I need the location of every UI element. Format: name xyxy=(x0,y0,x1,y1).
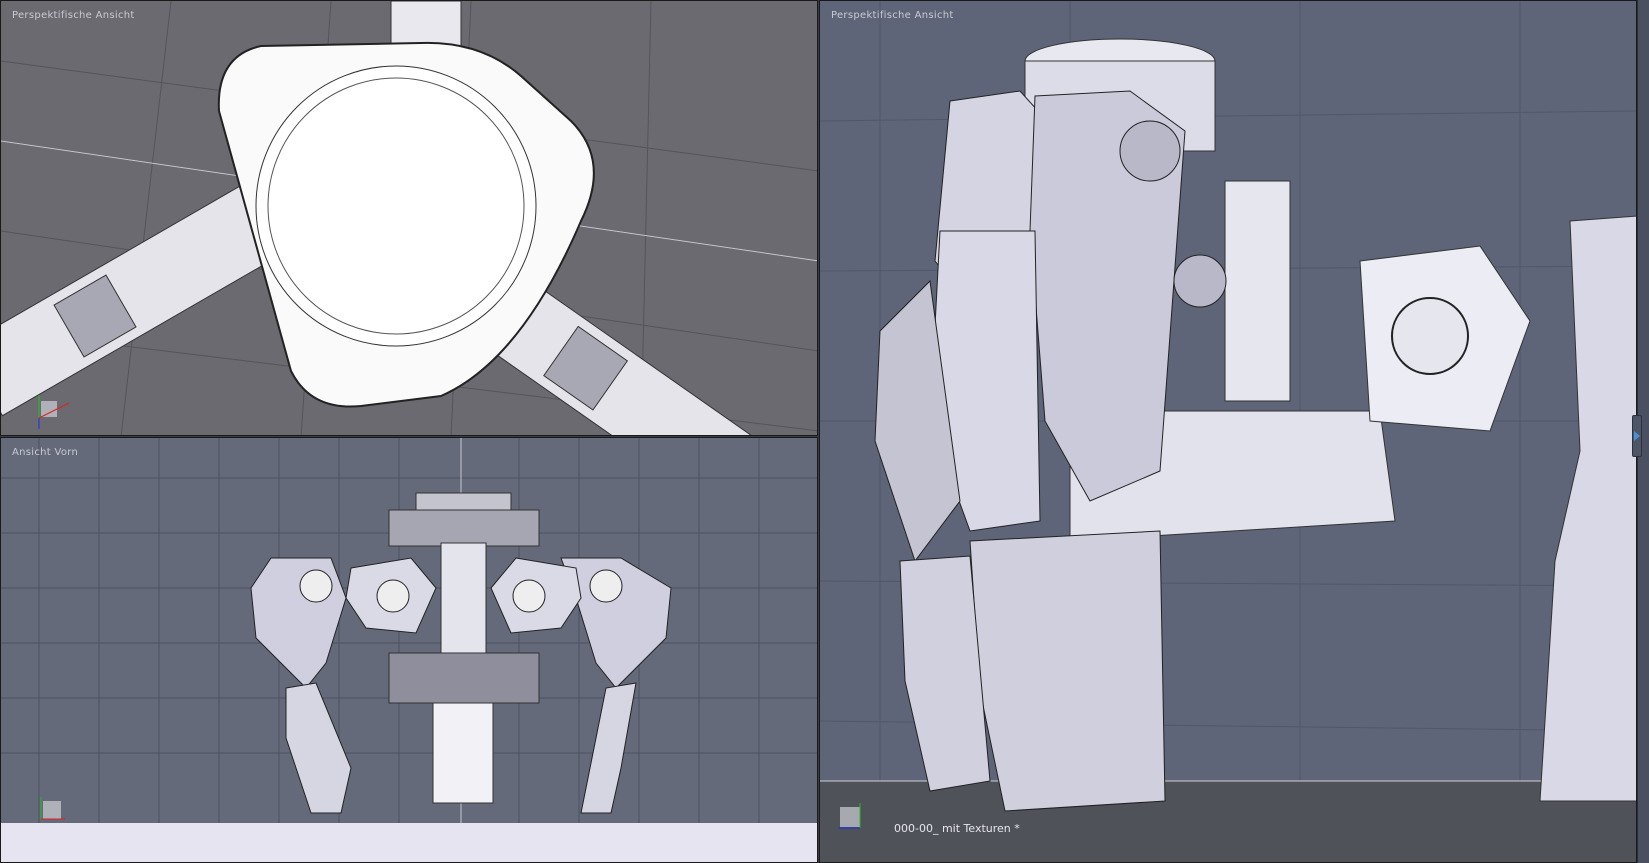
viewport-label: Perspektifische Ansicht xyxy=(12,10,135,21)
scene-name-label: 000-00_ mit Texturen * xyxy=(894,822,1020,835)
axis-gizmo-icon xyxy=(838,803,861,829)
main-perspective-scene xyxy=(820,1,1636,862)
viewport-label: Ansicht Vorn xyxy=(12,447,79,458)
front-view-scene xyxy=(1,438,817,862)
panel-collapse-button[interactable] xyxy=(1632,415,1642,457)
viewport-main-perspective[interactable]: Perspektifische Ansicht 000-00_ mit Text… xyxy=(819,0,1637,863)
viewport-label: Perspektifische Ansicht xyxy=(831,10,954,21)
arrow-right-icon xyxy=(1634,431,1640,441)
viewport-top-perspective[interactable]: Perspektifische Ansicht xyxy=(0,0,818,436)
axis-gizmo-icon xyxy=(40,797,65,820)
viewport-front-view[interactable]: Ansicht Vorn xyxy=(0,437,818,863)
axis-gizmo-icon xyxy=(38,395,70,429)
top-perspective-scene xyxy=(1,1,817,435)
